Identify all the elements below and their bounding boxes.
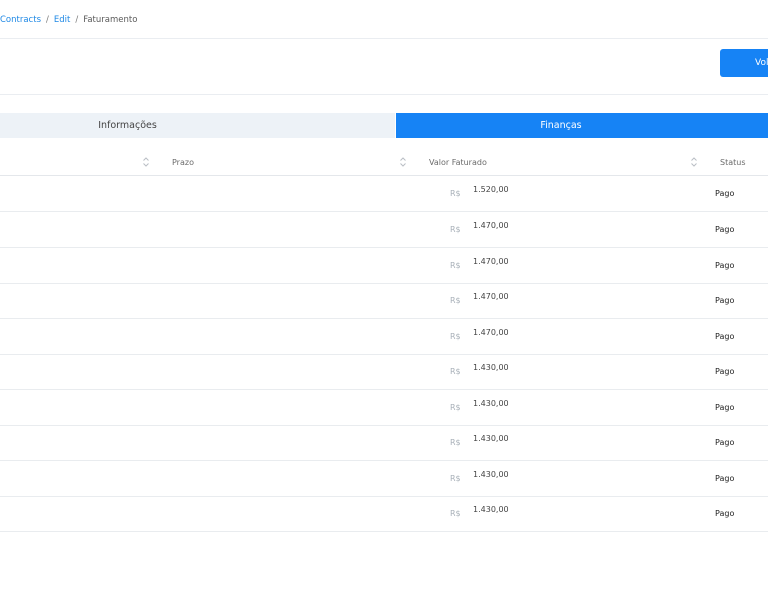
status-text: Pago — [715, 509, 735, 518]
tab-informacoes-label: Informações — [98, 120, 157, 131]
currency-label: R$ — [450, 261, 461, 270]
valor-faturado: 1.430,00 — [473, 399, 509, 408]
status-text: Pago — [715, 474, 735, 483]
table-row: R$ 1.430,00 Pago — [0, 496, 768, 532]
breadcrumb: Contracts / Edit / Faturamento — [0, 14, 137, 26]
valor-faturado: 1.430,00 — [473, 505, 509, 514]
valor-faturado: 1.470,00 — [473, 328, 509, 337]
status-text: Pago — [715, 296, 735, 305]
valor-faturado: 1.470,00 — [473, 221, 509, 230]
tab-financas-label: Finanças — [540, 120, 582, 131]
breadcrumb-link-contracts[interactable]: Contracts — [0, 15, 41, 25]
currency-label: R$ — [450, 225, 461, 234]
table-row: R$ 1.430,00 Pago — [0, 390, 768, 426]
sort-icon[interactable] — [142, 156, 150, 168]
valor-faturado: 1.470,00 — [473, 257, 509, 266]
table-row: R$ 1.470,00 Pago — [0, 248, 768, 284]
valor-faturado: 1.430,00 — [473, 470, 509, 479]
tab-informacoes[interactable]: Informações — [0, 113, 395, 138]
column-header-prazo: Prazo — [172, 158, 194, 167]
currency-label: R$ — [450, 367, 461, 376]
table-row: R$ 1.430,00 Pago — [0, 354, 768, 390]
currency-label: R$ — [450, 509, 461, 518]
table-row: R$ 1.470,00 Pago — [0, 319, 768, 355]
breadcrumb-separator: / — [75, 15, 79, 25]
breadcrumb-current: Faturamento — [83, 15, 138, 25]
header-divider — [0, 38, 768, 39]
currency-label: R$ — [450, 296, 461, 305]
valor-faturado: 1.470,00 — [473, 292, 509, 301]
status-text: Pago — [715, 261, 735, 270]
toolbar-divider — [0, 94, 768, 95]
breadcrumb-separator: / — [46, 15, 49, 25]
status-text: Pago — [715, 225, 735, 234]
status-text: Pago — [715, 332, 735, 341]
table-row: R$ 1.470,00 Pago — [0, 212, 768, 248]
table-row: R$ 1.430,00 Pago — [0, 461, 768, 497]
status-text: Pago — [715, 367, 735, 376]
column-header-valor-faturado: Valor Faturado — [429, 158, 487, 167]
status-text: Pago — [715, 438, 735, 447]
column-header-status: Status — [720, 158, 746, 167]
table-row: R$ 1.470,00 Pago — [0, 283, 768, 319]
currency-label: R$ — [450, 438, 461, 447]
valor-faturado: 1.430,00 — [473, 363, 509, 372]
table-header: Prazo Valor Faturado Status — [0, 149, 768, 176]
currency-label: R$ — [450, 332, 461, 341]
currency-label: R$ — [450, 403, 461, 412]
back-button[interactable]: Vol — [720, 49, 768, 77]
currency-label: R$ — [450, 474, 461, 483]
table-row: R$ 1.520,00 Pago — [0, 176, 768, 212]
tab-financas[interactable]: Finanças — [396, 113, 768, 138]
currency-label: R$ — [450, 189, 461, 198]
back-button-label: Vol — [755, 58, 768, 68]
table-row: R$ 1.430,00 Pago — [0, 425, 768, 461]
valor-faturado: 1.430,00 — [473, 434, 509, 443]
sort-icon[interactable] — [690, 156, 698, 168]
status-text: Pago — [715, 403, 735, 412]
valor-faturado: 1.520,00 — [473, 185, 509, 194]
sort-icon[interactable] — [399, 156, 407, 168]
breadcrumb-link-edit[interactable]: Edit — [54, 15, 70, 25]
status-text: Pago — [715, 189, 735, 198]
